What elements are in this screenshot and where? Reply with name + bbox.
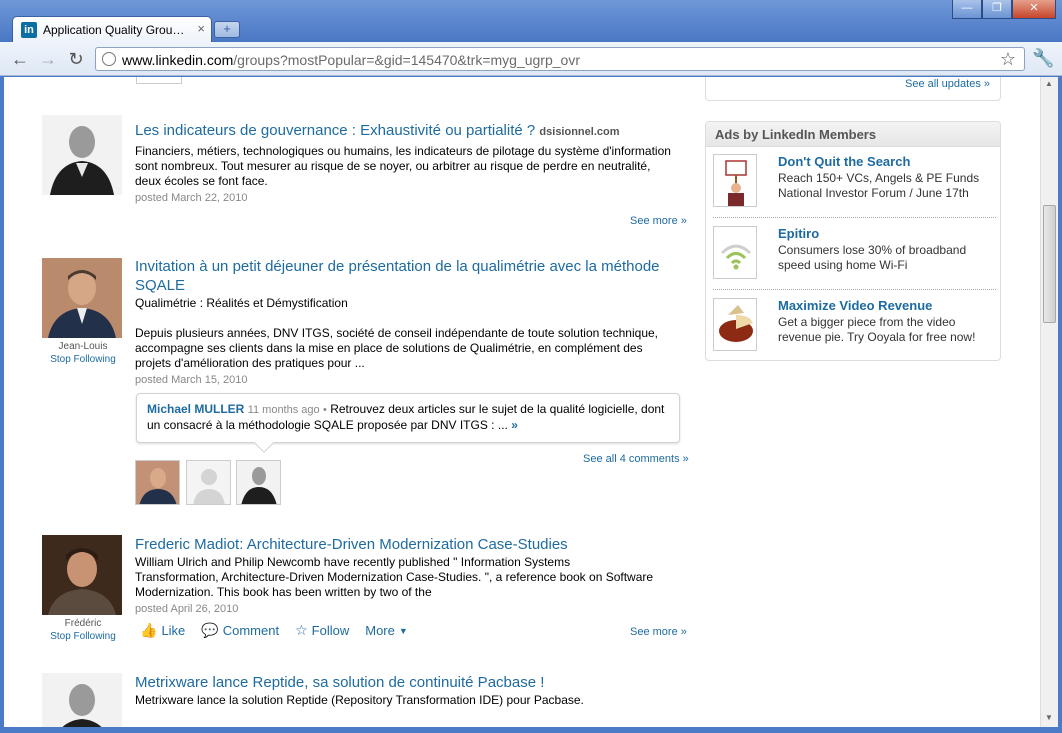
wifi-icon[interactable] — [713, 226, 757, 279]
address-bar[interactable]: www.linkedin.com/groups?mostPopular=&gid… — [95, 47, 1025, 71]
comment-author-link[interactable]: Michael MULLER — [147, 402, 244, 416]
ads-header: Ads by LinkedIn Members — [706, 122, 1000, 147]
page-info-icon[interactable] — [102, 52, 116, 66]
post-date: posted March 15, 2010 — [135, 374, 248, 386]
maximize-button[interactable]: ❐ — [982, 0, 1012, 19]
like-label: Like — [161, 623, 186, 638]
wrench-menu-icon[interactable]: 🔧 — [1032, 48, 1054, 69]
ad-text: Consumers lose 30% of broadband speed us… — [778, 243, 967, 272]
like-button[interactable]: 👍 Like — [140, 622, 185, 639]
ad-item[interactable]: Epitiro Consumers lose 30% of broadband … — [713, 226, 996, 294]
post-body: Financiers, métiers, technologiques ou h… — [135, 144, 671, 188]
post-date: posted April 26, 2010 — [135, 603, 239, 615]
post-avatar[interactable] — [42, 673, 122, 727]
new-tab-button[interactable]: + — [214, 21, 240, 38]
comment-label: Comment — [222, 623, 280, 638]
post-title-link[interactable]: Metrixware lance Reptide, sa solution de… — [135, 673, 695, 692]
forward-button[interactable]: → — [37, 48, 59, 70]
person-photo-icon — [42, 115, 122, 195]
url-path: /groups?mostPopular=&gid=145470&trk=myg_… — [233, 52, 580, 68]
default-avatar-icon — [187, 461, 230, 504]
post-source: dsisionnel.com — [539, 126, 620, 138]
author-name: Frédéric — [64, 618, 102, 629]
ad-divider — [713, 217, 996, 218]
previous-thumbnail — [136, 77, 182, 84]
bookmark-star-icon[interactable]: ☆ — [1000, 49, 1016, 70]
commenter-thumbnail[interactable] — [186, 460, 231, 505]
comment-button[interactable]: 💬 Comment — [201, 622, 279, 639]
ad-title-link[interactable]: Maximize Video Revenue — [778, 298, 932, 313]
tab-close-icon[interactable]: × — [197, 21, 205, 36]
see-all-comments-link[interactable]: See all 4 comments » — [583, 453, 689, 465]
ad-title-link[interactable]: Don't Quit the Search — [778, 154, 910, 169]
reload-button[interactable]: ↻ — [65, 48, 87, 70]
stop-following-link[interactable]: Stop Following — [38, 631, 128, 642]
person-photo-icon — [136, 461, 179, 504]
browser-tab[interactable]: in Application Quality Grou… × — [12, 16, 212, 42]
comment-bubble: Michael MULLER 11 months ago • Retrouvez… — [136, 393, 680, 453]
comment-more-link[interactable]: » — [511, 418, 518, 432]
follow-label: Follow — [311, 623, 350, 638]
ad-title-link[interactable]: Epitiro — [778, 226, 819, 241]
post-title-link[interactable]: Les indicateurs de gouvernance : Exhaust… — [135, 122, 535, 139]
more-dropdown[interactable]: More ▼ — [365, 622, 408, 639]
url-domain: www.linkedin.com — [122, 52, 234, 68]
browser-titlebar: in Application Quality Grou… × + — ❐ ✕ — [0, 0, 1062, 42]
see-more-link[interactable]: See more » — [630, 215, 687, 227]
see-more-link[interactable]: See more » — [630, 626, 687, 638]
ad-text: Reach 150+ VCs, Angels & PE Funds Nation… — [778, 171, 980, 200]
speech-bubble-icon: 💬 — [201, 622, 219, 638]
person-photo-icon — [237, 461, 280, 504]
post-body: Depuis plusieurs années, DNV ITGS, socié… — [135, 326, 658, 370]
page-content: Les indicateurs de gouvernance : Exhaust… — [4, 77, 1040, 727]
ad-divider — [713, 289, 996, 290]
protest-sign-icon[interactable] — [713, 154, 757, 207]
thumbs-up-icon: 👍 — [140, 622, 158, 638]
vertical-scrollbar[interactable]: ▲ ▼ — [1040, 77, 1058, 727]
person-photo-icon — [42, 258, 122, 338]
star-icon: ☆ — [295, 622, 308, 638]
ads-panel: Ads by LinkedIn Members Don't Quit the S… — [705, 121, 1001, 361]
comment-bullet: • — [323, 404, 327, 416]
updates-panel: See all updates » — [705, 77, 1001, 101]
post-avatar[interactable] — [42, 258, 122, 338]
browser-toolbar: ← → ↻ www.linkedin.com/groups?mostPopula… — [0, 42, 1062, 76]
post-avatar[interactable] — [42, 535, 122, 615]
ad-item[interactable]: Don't Quit the Search Reach 150+ VCs, An… — [713, 154, 996, 222]
post-body: William Ulrich and Philip Newcomb have r… — [135, 555, 654, 599]
post-title-link[interactable]: Frederic Madiot: Architecture-Driven Mod… — [135, 535, 695, 554]
post-subtitle: Qualimétrie : Réalités et Démystificatio… — [135, 296, 348, 310]
post-avatar[interactable] — [42, 115, 122, 195]
tab-title: Application Quality Grou… — [43, 23, 185, 37]
scroll-down-arrow-icon[interactable]: ▼ — [1045, 713, 1053, 722]
commenter-thumbnail[interactable] — [236, 460, 281, 505]
person-photo-icon — [42, 673, 122, 727]
post-date: posted March 22, 2010 — [135, 192, 248, 204]
post-body: Metrixware lance la solution Reptide (Re… — [135, 693, 584, 707]
ad-item[interactable]: Maximize Video Revenue Get a bigger piec… — [713, 298, 996, 366]
scroll-up-arrow-icon[interactable]: ▲ — [1045, 79, 1053, 88]
post-actions: 👍 Like 💬 Comment ☆ Follow More ▼ — [140, 622, 408, 639]
minimize-button[interactable]: — — [952, 0, 982, 19]
linkedin-favicon-icon: in — [21, 22, 37, 38]
comment-time: 11 months ago — [247, 404, 320, 416]
scrollbar-thumb[interactable] — [1043, 205, 1056, 323]
follow-button[interactable]: ☆ Follow — [295, 622, 349, 639]
author-name: Jean-Louis — [58, 341, 108, 352]
stop-following-link[interactable]: Stop Following — [38, 354, 128, 365]
see-all-updates-link[interactable]: See all updates » — [905, 78, 990, 90]
post-title-link[interactable]: Invitation à un petit déjeuner de présen… — [135, 257, 695, 295]
post-title[interactable]: Les indicateurs de gouvernance : Exhaust… — [135, 121, 655, 142]
url-text[interactable]: www.linkedin.com/groups?mostPopular=&gid… — [122, 52, 580, 68]
back-button[interactable]: ← — [9, 48, 31, 70]
bubble-arrow — [254, 433, 274, 453]
pie-icon[interactable] — [713, 298, 757, 351]
more-label: More — [365, 623, 395, 638]
chevron-down-icon: ▼ — [398, 625, 408, 636]
commenter-thumbnail[interactable] — [135, 460, 180, 505]
window-controls: — ❐ ✕ — [952, 0, 1056, 19]
close-window-button[interactable]: ✕ — [1012, 0, 1056, 19]
ad-text: Get a bigger piece from the video revenu… — [778, 315, 976, 344]
person-photo-icon — [42, 535, 122, 615]
